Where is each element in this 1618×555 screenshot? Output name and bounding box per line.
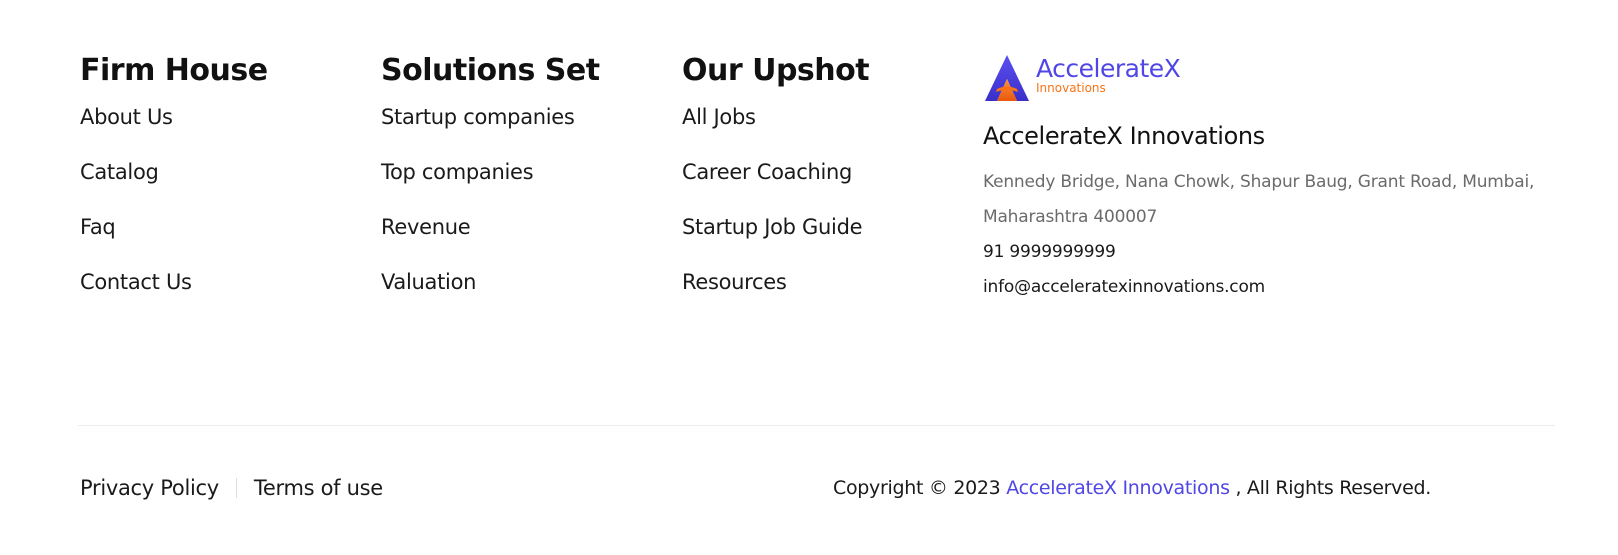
company-phone[interactable]: 91 9999999999 xyxy=(983,235,1583,270)
link-startup-companies[interactable]: Startup companies xyxy=(381,105,575,129)
list-item: Faq xyxy=(80,212,268,267)
column-heading: Solutions Set xyxy=(381,53,600,88)
copyright-brand-link[interactable]: AccelerateX Innovations xyxy=(1006,477,1230,499)
link-all-jobs[interactable]: All Jobs xyxy=(682,105,756,129)
link-about-us[interactable]: About Us xyxy=(80,105,173,129)
list-item: All Jobs xyxy=(682,102,869,157)
link-contact-us[interactable]: Contact Us xyxy=(80,270,192,294)
footer-column-our-upshot: Our Upshot All Jobs Career Coaching Star… xyxy=(682,48,870,322)
legal-links: Privacy Policy Terms of use xyxy=(80,473,383,503)
logo-subtitle: Innovations xyxy=(1036,81,1106,95)
link-separator xyxy=(235,478,237,498)
list-item: Startup companies xyxy=(381,102,600,157)
site-footer: Firm House About Us Catalog Faq Contact … xyxy=(0,0,1618,555)
list-item: Resources xyxy=(682,267,869,322)
terms-of-use-link[interactable]: Terms of use xyxy=(254,476,383,500)
company-email[interactable]: info@acceleratexinnovations.com xyxy=(983,270,1583,305)
company-logo[interactable]: AccelerateX Innovations xyxy=(983,53,1203,105)
footer-column-solutions-set: Solutions Set Startup companies Top comp… xyxy=(381,48,600,322)
list-item: Startup Job Guide xyxy=(682,212,869,267)
link-list: Startup companies Top companies Revenue … xyxy=(381,102,600,322)
footer-column-firm-house: Firm House About Us Catalog Faq Contact … xyxy=(80,48,268,322)
privacy-policy-link[interactable]: Privacy Policy xyxy=(80,476,219,500)
link-startup-job-guide[interactable]: Startup Job Guide xyxy=(682,215,863,239)
list-item: Contact Us xyxy=(80,267,268,322)
list-item: About Us xyxy=(80,102,268,157)
list-item: Catalog xyxy=(80,157,268,212)
link-resources[interactable]: Resources xyxy=(682,270,787,294)
list-item: Top companies xyxy=(381,157,600,212)
link-top-companies[interactable]: Top companies xyxy=(381,160,534,184)
footer-column-brand: AccelerateX Innovations AccelerateX Inno… xyxy=(983,48,1583,305)
footer-divider xyxy=(78,425,1555,426)
logo-wordmark: AccelerateX xyxy=(1036,54,1181,83)
copyright-prefix: Copyright © 2023 xyxy=(833,477,1001,499)
link-catalog[interactable]: Catalog xyxy=(80,160,159,184)
column-heading: Firm House xyxy=(80,53,268,88)
link-revenue[interactable]: Revenue xyxy=(381,215,471,239)
copyright-suffix: , All Rights Reserved. xyxy=(1235,477,1431,499)
list-item: Career Coaching xyxy=(682,157,869,212)
link-career-coaching[interactable]: Career Coaching xyxy=(682,160,852,184)
list-item: Revenue xyxy=(381,212,600,267)
link-valuation[interactable]: Valuation xyxy=(381,270,476,294)
company-name: AccelerateX Innovations xyxy=(983,122,1265,150)
column-heading: Our Upshot xyxy=(682,53,870,88)
company-address: Kennedy Bridge, Nana Chowk, Shapur Baug,… xyxy=(983,172,1535,227)
link-faq[interactable]: Faq xyxy=(80,215,116,239)
link-list: About Us Catalog Faq Contact Us xyxy=(80,102,268,322)
copyright-notice: Copyright © 2023 AccelerateX Innovations… xyxy=(833,473,1431,503)
link-list: All Jobs Career Coaching Startup Job Gui… xyxy=(682,102,869,322)
logo-a-icon xyxy=(985,55,1029,101)
list-item: Valuation xyxy=(381,267,600,322)
